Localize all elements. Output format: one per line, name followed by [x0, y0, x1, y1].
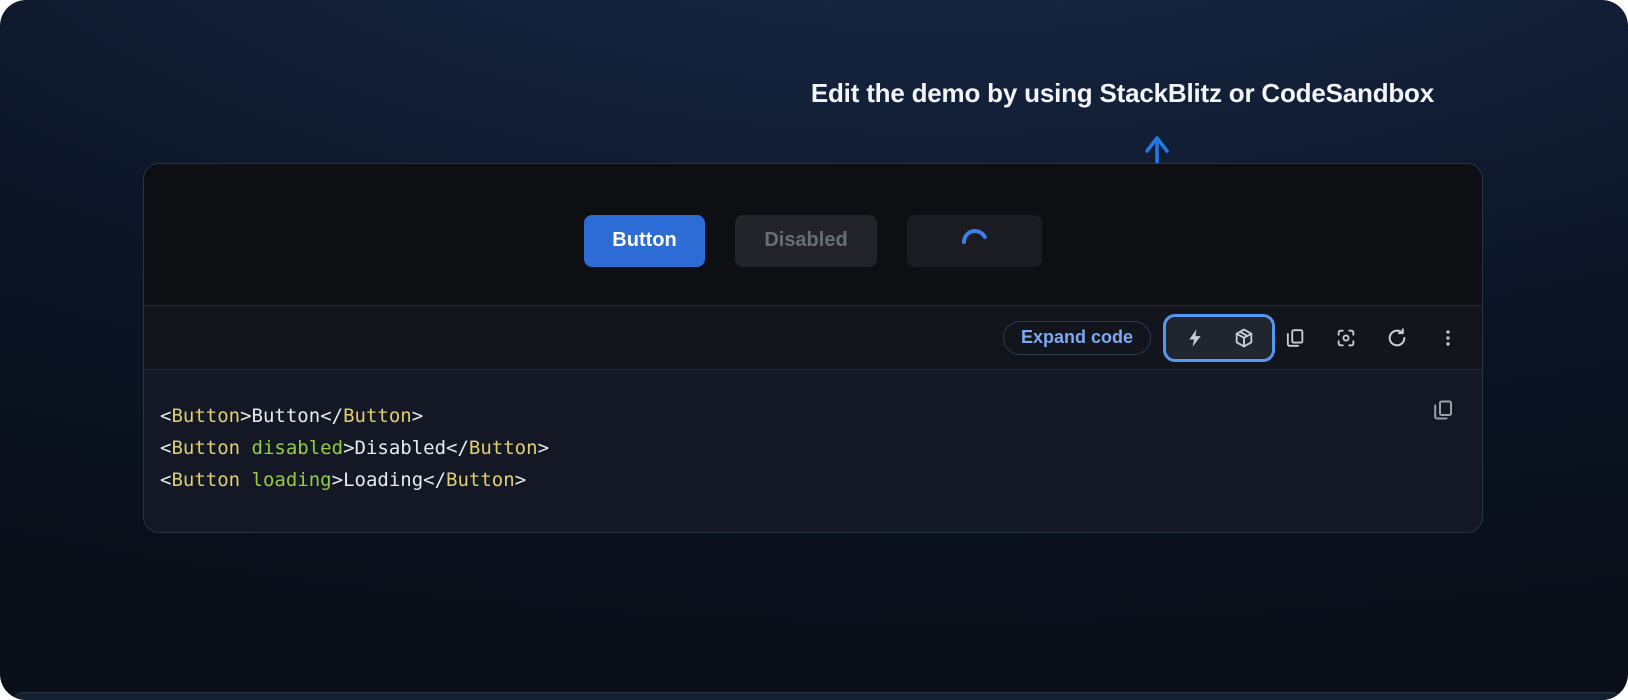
- code-line: <Button loading>Loading</Button>: [160, 464, 1454, 496]
- expand-code-button[interactable]: Expand code: [1003, 321, 1151, 355]
- primary-button[interactable]: Button: [584, 215, 705, 267]
- copy-icon[interactable]: [1283, 326, 1307, 350]
- stackblitz-lightning-icon[interactable]: [1183, 326, 1207, 350]
- focus-icon[interactable]: [1334, 326, 1358, 350]
- code-line: <Button>Button</Button>: [160, 400, 1454, 432]
- edit-online-icon-group: [1163, 314, 1275, 362]
- loading-button[interactable]: [907, 215, 1042, 267]
- code-panel: <Button>Button</Button><Button disabled>…: [144, 370, 1482, 532]
- kebab-menu-icon[interactable]: [1436, 326, 1460, 350]
- copy-code-icon[interactable]: [1431, 398, 1455, 425]
- code-line: <Button disabled>Disabled</Button>: [160, 432, 1454, 464]
- codesandbox-cube-icon[interactable]: [1232, 326, 1256, 350]
- demo-toolbar: Expand code: [144, 305, 1482, 370]
- annotation-caption: Edit the demo by using StackBlitz or Cod…: [811, 78, 1434, 109]
- docs-demo-page: Edit the demo by using StackBlitz or Cod…: [0, 0, 1628, 700]
- spinner-icon: [961, 228, 989, 254]
- disabled-button[interactable]: Disabled: [735, 215, 877, 267]
- next-card-edge: [14, 692, 1620, 700]
- component-demo-card: Button Disabled Expand code: [143, 163, 1483, 533]
- code-block: <Button>Button</Button><Button disabled>…: [160, 400, 1454, 496]
- refresh-icon[interactable]: [1385, 326, 1409, 350]
- demo-preview-area: Button Disabled: [144, 164, 1482, 305]
